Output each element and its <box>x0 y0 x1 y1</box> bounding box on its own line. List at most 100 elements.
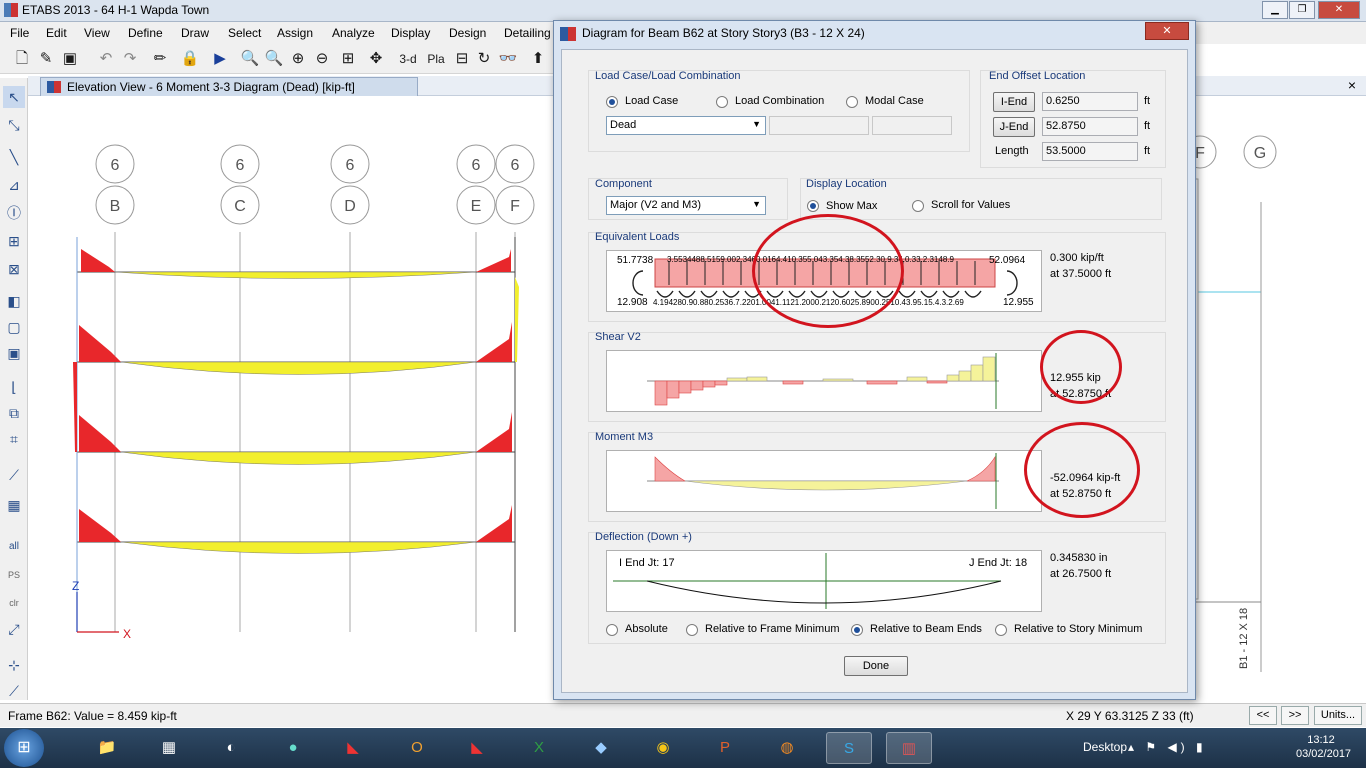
done-button[interactable]: Done <box>844 656 908 676</box>
run-analysis-icon[interactable]: ▶ <box>210 49 230 69</box>
view-3d-button[interactable]: 3-d <box>396 49 420 69</box>
menu-edit[interactable]: Edit <box>46 26 67 40</box>
menu-draw[interactable]: Draw <box>181 26 209 40</box>
firefox-icon[interactable]: ◍ <box>764 732 810 764</box>
dialog-close-icon[interactable]: ✕ <box>1145 22 1189 40</box>
menu-assign[interactable]: Assign <box>277 26 313 40</box>
deflection-i-end-joint: I End Jt: 17 <box>619 557 675 569</box>
scroll-values-radio[interactable] <box>912 200 924 212</box>
load-case-select[interactable]: Dead ▼ <box>606 116 766 135</box>
skype-icon[interactable]: S <box>826 732 872 764</box>
app-icon-9[interactable]: ◆ <box>578 732 624 764</box>
show-max-radio[interactable] <box>807 200 819 212</box>
google-earth-icon[interactable]: ● <box>270 732 316 764</box>
show-max-label: Show Max <box>826 200 878 212</box>
draw-section-icon[interactable]: ⌗ <box>3 428 25 450</box>
units-button[interactable]: Units... <box>1314 706 1362 725</box>
draw-wall-icon[interactable]: ⌊ <box>3 376 25 398</box>
app-icon-3[interactable]: ◐ <box>208 732 254 764</box>
undo-icon[interactable]: ↶ <box>96 49 116 69</box>
menu-design[interactable]: Design <box>449 26 486 40</box>
calculator-icon[interactable]: ▦ <box>146 732 192 764</box>
pan-icon[interactable]: ✥ <box>366 49 386 69</box>
draw-dimension-icon[interactable]: ⟋ <box>3 464 25 486</box>
draw-area-icon[interactable]: ▢ <box>3 316 25 338</box>
redo-icon[interactable]: ↷ <box>120 49 140 69</box>
snap-point-icon[interactable]: ⊹ <box>3 654 25 676</box>
save-icon[interactable]: ▣ <box>60 49 80 69</box>
doc-close-icon[interactable]: × <box>1348 77 1356 93</box>
restore-icon[interactable]: ❐ <box>1289 1 1315 19</box>
side-frame-label: B1 - 12 X 18 <box>1238 608 1250 669</box>
glasses-icon[interactable]: 👓 <box>498 49 518 69</box>
load-case-radio[interactable] <box>606 96 618 108</box>
draw-rect-area-icon[interactable]: ▣ <box>3 342 25 364</box>
load-combination-radio[interactable] <box>716 96 728 108</box>
intersect-select-icon[interactable]: ⤢ <box>3 618 25 640</box>
relative-beam-ends-radio[interactable] <box>851 624 863 636</box>
j-end-button[interactable]: J-End <box>993 117 1035 137</box>
absolute-radio[interactable] <box>606 624 618 636</box>
zoom-window-icon[interactable]: 🔍 <box>240 49 260 69</box>
menu-file[interactable]: File <box>10 26 29 40</box>
pencil-icon[interactable]: ✏ <box>150 49 170 69</box>
pointer-icon[interactable]: ↖ <box>3 86 25 108</box>
excel-icon[interactable]: X <box>516 732 562 764</box>
outlook-icon[interactable]: O <box>394 732 440 764</box>
zoom-out-icon[interactable]: ⊖ <box>312 49 332 69</box>
lock-icon[interactable]: 🔒 <box>180 49 200 69</box>
select-all-button[interactable]: all <box>3 536 25 558</box>
modal-case-radio[interactable] <box>846 96 858 108</box>
i-end-button[interactable]: I-End <box>993 92 1035 112</box>
new-file-icon[interactable]: 🗋 <box>12 49 32 69</box>
menu-analyze[interactable]: Analyze <box>332 26 375 40</box>
prev-story-button[interactable]: << <box>1249 706 1277 725</box>
draw-floor-icon[interactable]: ◧ <box>3 290 25 312</box>
menu-define[interactable]: Define <box>128 26 163 40</box>
minimize-icon[interactable]: ▁ <box>1262 1 1288 19</box>
reshape-icon[interactable]: ⤡ <box>3 114 25 136</box>
relative-frame-min-radio[interactable] <box>686 624 698 636</box>
chrome-icon[interactable]: ◉ <box>640 732 686 764</box>
draw-column-icon[interactable]: Ⓘ <box>3 202 25 224</box>
move-up-icon[interactable]: ⬆ <box>528 49 548 69</box>
clear-selection-button[interactable]: clr <box>3 592 25 614</box>
draw-opening-icon[interactable]: ⧉ <box>3 402 25 424</box>
app-close-icon[interactable]: ✕ <box>1318 1 1360 19</box>
system-tray-icon[interactable]: ▴ ⚑ ◀) ▮ <box>1128 740 1207 754</box>
powerpoint-icon[interactable]: P <box>702 732 748 764</box>
menu-detailing[interactable]: Detailing <box>504 26 551 40</box>
etabs-taskbar-icon[interactable]: ▥ <box>886 732 932 764</box>
autocad-icon[interactable]: ◣ <box>330 732 376 764</box>
zoom-restore-icon[interactable]: 🔍 <box>264 49 284 69</box>
snap-line-icon[interactable]: ⟋ <box>3 680 25 702</box>
start-button-icon[interactable]: ⊞ <box>4 729 44 767</box>
draw-line-icon[interactable]: ╲ <box>3 146 25 168</box>
menu-display[interactable]: Display <box>391 26 430 40</box>
annotation-circle-loads <box>752 214 904 328</box>
explorer-icon[interactable]: 📁 <box>84 732 130 764</box>
plan-view-button[interactable]: Pla <box>424 49 448 69</box>
system-clock[interactable]: 13:12 03/02/2017 <box>1296 733 1351 761</box>
i-end-offset-field[interactable]: 0.6250 <box>1042 92 1138 111</box>
open-file-icon[interactable]: ✎ <box>36 49 56 69</box>
j-end-offset-field[interactable]: 52.8750 <box>1042 117 1138 136</box>
elevation-view-tab[interactable]: Elevation View - 6 Moment 3-3 Diagram (D… <box>40 77 418 96</box>
relative-story-min-radio[interactable] <box>995 624 1007 636</box>
zoom-in-icon[interactable]: ⊕ <box>288 49 308 69</box>
menu-view[interactable]: View <box>84 26 110 40</box>
component-select[interactable]: Major (V2 and M3) ▼ <box>606 196 766 215</box>
previous-selection-button[interactable]: PS <box>3 564 25 586</box>
desktop-toolbar-label[interactable]: Desktop <box>1083 740 1127 754</box>
draw-brace-icon[interactable]: ⊿ <box>3 174 25 196</box>
rotate-view-icon[interactable]: ↻ <box>474 49 494 69</box>
autocad-icon-2[interactable]: ◣ <box>454 732 500 764</box>
zoom-extents-icon[interactable]: ⊞ <box>338 49 358 69</box>
menu-select[interactable]: Select <box>228 26 261 40</box>
moment-diagram-story-2 <box>79 412 512 465</box>
draw-grid-icon[interactable]: ▦ <box>3 494 25 516</box>
elevation-view-icon[interactable]: ⊟ <box>452 49 472 69</box>
draw-x-brace-icon[interactable]: ⊠ <box>3 258 25 280</box>
next-story-button[interactable]: >> <box>1281 706 1309 725</box>
draw-beam-icon[interactable]: ⊞ <box>3 230 25 252</box>
